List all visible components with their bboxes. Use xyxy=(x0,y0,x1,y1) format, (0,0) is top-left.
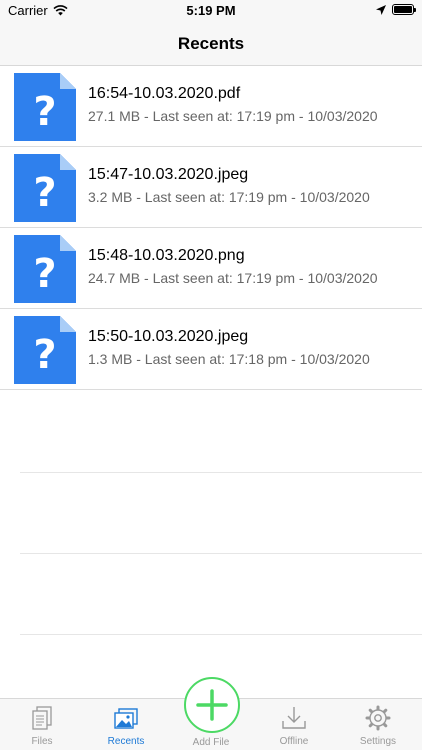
tab-settings-label: Settings xyxy=(359,736,397,747)
photo-gallery-icon xyxy=(114,708,138,729)
plus-icon xyxy=(196,689,228,721)
empty-row-separator xyxy=(20,553,422,554)
tab-files[interactable]: Files xyxy=(0,699,84,750)
file-meta: 24.7 MB - Last seen at: 17:19 pm - 10/03… xyxy=(88,270,378,286)
add-file-label: Add File xyxy=(192,737,230,748)
list-item[interactable]: ? 16:54-10.03.2020.pdf 27.1 MB - Last se… xyxy=(0,66,422,147)
tab-files-label: Files xyxy=(31,736,53,747)
svg-text:?: ? xyxy=(33,332,56,378)
gear-icon xyxy=(365,705,391,731)
page-title: Recents xyxy=(177,34,245,53)
empty-row-separator xyxy=(20,472,422,473)
battery-icon xyxy=(392,4,416,15)
tab-recents-label: Recents xyxy=(107,736,145,747)
status-time: 5:19 PM xyxy=(186,3,236,18)
recents-list: ? 16:54-10.03.2020.pdf 27.1 MB - Last se… xyxy=(0,66,422,390)
list-item[interactable]: ? 15:47-10.03.2020.jpeg 3.2 MB - Last se… xyxy=(0,147,422,228)
file-meta: 27.1 MB - Last seen at: 17:19 pm - 10/03… xyxy=(88,108,378,124)
unknown-file-icon: ? xyxy=(14,73,76,141)
location-arrow-icon xyxy=(376,4,386,15)
list-item[interactable]: ? 15:50-10.03.2020.jpeg 1.3 MB - Last se… xyxy=(0,309,422,390)
unknown-file-icon: ? xyxy=(14,235,76,303)
download-icon xyxy=(282,707,306,729)
add-file-button[interactable] xyxy=(184,677,240,733)
svg-text:?: ? xyxy=(33,89,56,135)
file-meta: 1.3 MB - Last seen at: 17:18 pm - 10/03/… xyxy=(88,351,370,367)
unknown-file-icon: ? xyxy=(14,154,76,222)
document-stack-icon xyxy=(32,706,52,730)
tab-settings[interactable]: Settings xyxy=(336,699,420,750)
empty-row-separator xyxy=(20,634,422,635)
tab-offline-label: Offline xyxy=(279,736,309,747)
file-meta: 3.2 MB - Last seen at: 17:19 pm - 10/03/… xyxy=(88,189,370,205)
file-name: 15:47-10.03.2020.jpeg xyxy=(88,166,249,183)
tab-offline[interactable]: Offline xyxy=(252,699,336,750)
file-name: 15:50-10.03.2020.jpeg xyxy=(88,328,249,345)
status-bar: Carrier 5:19 PM xyxy=(0,0,422,22)
svg-text:?: ? xyxy=(33,170,56,216)
navigation-bar: Recents xyxy=(0,22,422,66)
status-right xyxy=(376,4,416,15)
tab-recents[interactable]: Recents xyxy=(84,699,168,750)
file-name: 16:54-10.03.2020.pdf xyxy=(88,85,241,102)
svg-text:?: ? xyxy=(33,251,56,297)
unknown-file-icon: ? xyxy=(14,316,76,384)
list-item[interactable]: ? 15:48-10.03.2020.png 24.7 MB - Last se… xyxy=(0,228,422,309)
file-name: 15:48-10.03.2020.png xyxy=(88,247,245,264)
